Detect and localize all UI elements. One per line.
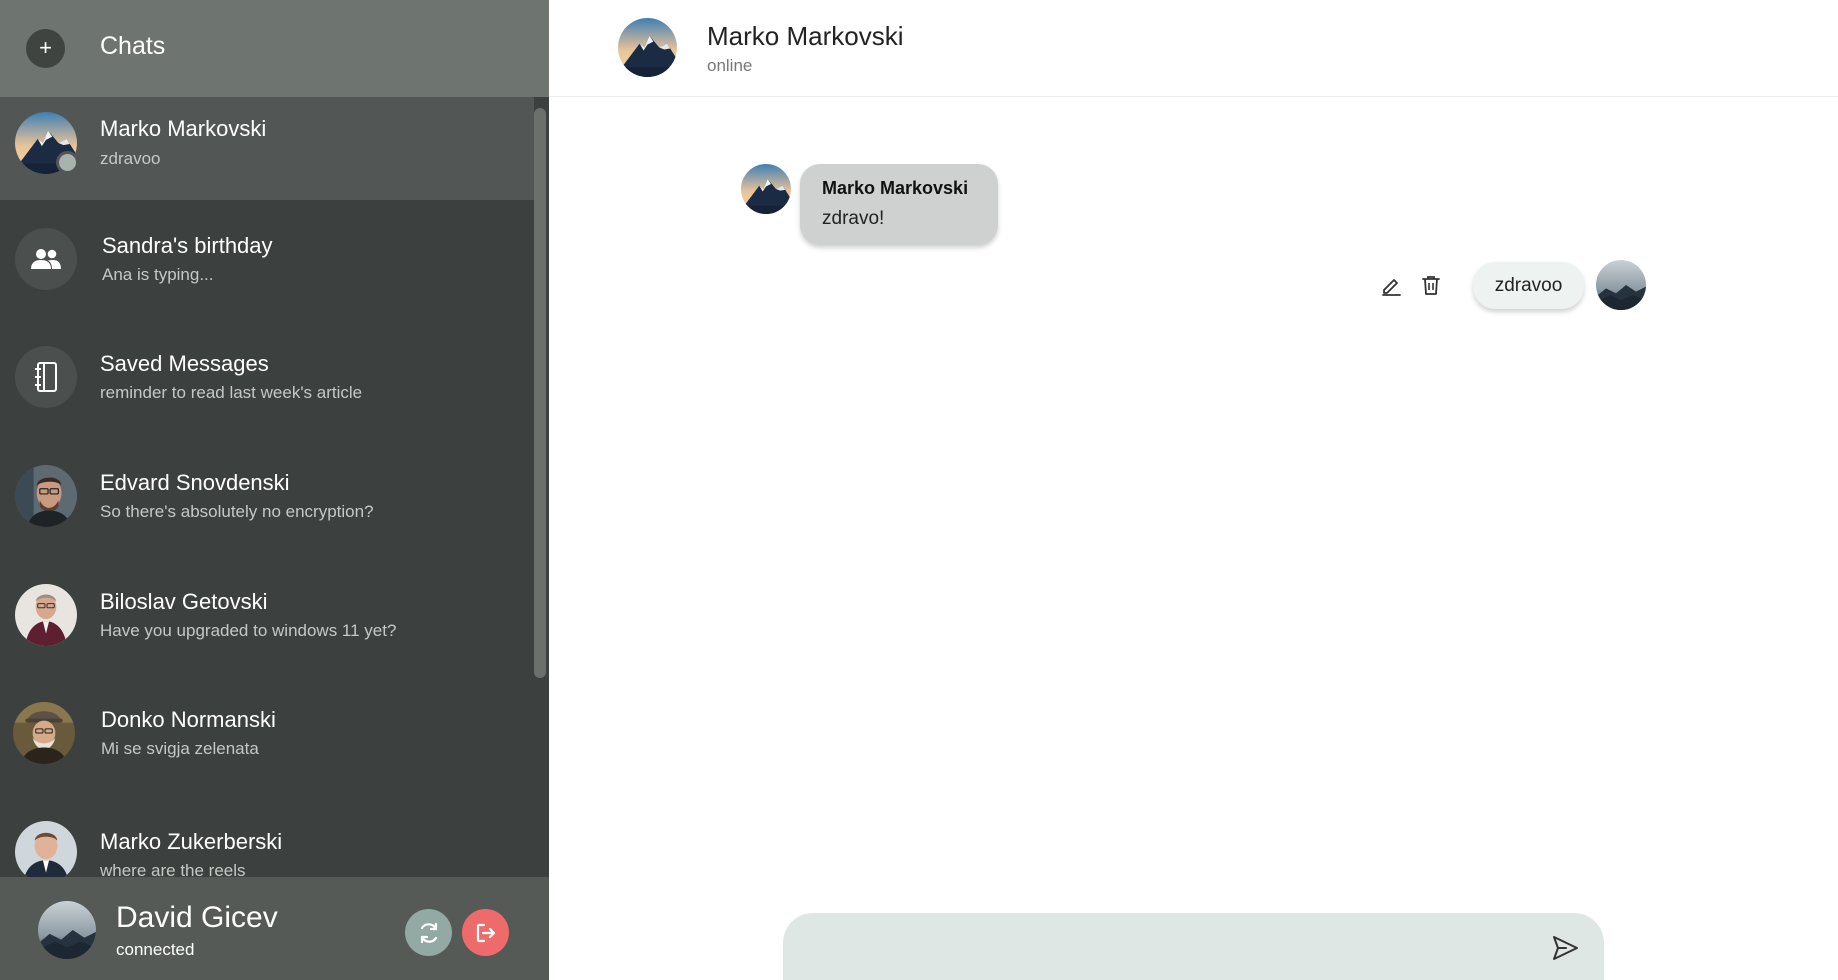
- avatar: [15, 465, 77, 527]
- message-text: zdravo!: [822, 208, 885, 229]
- online-status-dot: [56, 151, 79, 174]
- current-user-avatar: [38, 901, 96, 959]
- chat-item-edvard-snovdenski[interactable]: Edvard Snovdenski So there's absolutely …: [0, 437, 534, 555]
- incoming-message-bubble: Marko Markovski zdravo!: [800, 164, 998, 245]
- notebook-icon: [15, 346, 77, 408]
- chat-name: Sandra's birthday: [102, 233, 273, 258]
- message-composer: [783, 913, 1604, 980]
- contact-status: online: [707, 56, 753, 75]
- chat-preview: Have you upgraded to windows 11 yet?: [100, 621, 397, 640]
- group-icon: [15, 228, 77, 290]
- chat-name: Biloslav Getovski: [100, 589, 268, 614]
- message-sender: Marko Markovski: [822, 178, 969, 198]
- chat-list: Marko Markovski zdravoo Sandra's birthda…: [0, 97, 549, 877]
- chat-name: Edvard Snovdenski: [100, 470, 290, 495]
- chat-preview: Mi se svigja zelenata: [101, 739, 259, 758]
- delete-message-button[interactable]: [1419, 273, 1443, 297]
- current-user-name: David Gicev: [116, 901, 278, 934]
- logout-icon: [476, 923, 495, 942]
- refresh-button[interactable]: [405, 909, 452, 956]
- outgoing-message-bubble: zdravoo: [1473, 262, 1584, 309]
- chat-item-marko-zukerberski[interactable]: Marko Zukerberski where are the reels: [0, 793, 534, 877]
- chat-name: Marko Markovski: [100, 116, 267, 141]
- pencil-icon: [1382, 279, 1401, 296]
- chat-item-biloslav-getovski[interactable]: Biloslav Getovski Have you upgraded to w…: [0, 556, 534, 674]
- chat-preview: Ana is typing...: [102, 265, 214, 284]
- connection-status: connected: [116, 940, 195, 959]
- avatar: [15, 821, 77, 877]
- message-text: zdravoo: [1494, 275, 1563, 296]
- chat-preview: where are the reels: [100, 861, 246, 877]
- send-icon: [1553, 936, 1578, 960]
- sidebar: + Chats Marko Markovski zdravoo Sandra's…: [0, 0, 549, 980]
- conversation-panel: Marko Markovski online Marko Markovski z…: [549, 0, 1838, 980]
- chat-list-scrollbar[interactable]: [534, 108, 546, 678]
- chat-item-marko-markovski[interactable]: Marko Markovski zdravoo: [0, 97, 534, 200]
- refresh-icon: [420, 922, 437, 943]
- avatar: [15, 584, 77, 646]
- chat-preview: So there's absolutely no encryption?: [100, 502, 374, 521]
- conversation-header: Marko Markovski online: [549, 0, 1838, 97]
- current-user-panel: David Gicev connected: [0, 877, 549, 980]
- sender-avatar: [741, 164, 791, 214]
- chat-name: Saved Messages: [100, 351, 269, 376]
- chat-name: Marko Zukerberski: [100, 829, 283, 854]
- chat-item-donko-normanski[interactable]: Donko Normanski Mi se svigja zelenata: [0, 674, 534, 792]
- sidebar-title: Chats: [100, 32, 166, 60]
- chat-item-saved-messages[interactable]: Saved Messages reminder to read last wee…: [0, 318, 534, 436]
- chat-preview: reminder to read last week's article: [100, 383, 363, 402]
- chat-name: Donko Normanski: [101, 707, 276, 732]
- edit-message-button[interactable]: [1379, 273, 1403, 297]
- chat-preview: zdravoo: [100, 149, 161, 168]
- avatar: [13, 702, 75, 764]
- new-chat-button[interactable]: +: [26, 29, 65, 68]
- sidebar-header: + Chats: [0, 0, 549, 97]
- contact-avatar[interactable]: [618, 18, 677, 77]
- message-input[interactable]: [807, 927, 1527, 967]
- own-avatar: [1596, 260, 1646, 310]
- logout-button[interactable]: [462, 909, 509, 956]
- send-button[interactable]: [1550, 933, 1580, 963]
- trash-icon: [1422, 276, 1440, 295]
- chat-item-sandras-birthday[interactable]: Sandra's birthday Ana is typing...: [0, 200, 534, 318]
- contact-name: Marko Markovski: [707, 21, 904, 51]
